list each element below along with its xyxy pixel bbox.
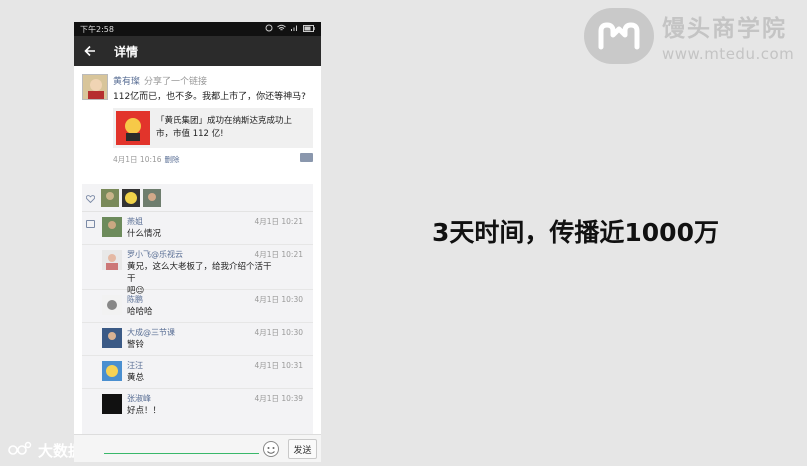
headline: 3天时间，传播近1000万	[432, 218, 719, 247]
comment-input[interactable]	[104, 453, 259, 454]
comment-time: 4月1日 10:21	[254, 250, 303, 259]
comment-author[interactable]: 张淑峰	[127, 393, 151, 404]
comment-item: 罗小飞@乐视云 4月1日 10:21 黄兄，这么大老板了，给我介绍个活干干 吧😉	[82, 245, 313, 296]
comment-item: 大成@三节课 4月1日 10:30 警铃	[82, 323, 313, 356]
brand-logo: 馒头商学院 www.mtedu.com	[584, 8, 794, 64]
post-text: 112亿而已，也不多。我都上市了，你还等神马?	[113, 92, 306, 102]
heart-icon	[85, 188, 96, 207]
comment-item: 燕姐 4月1日 10:21 什么情况	[82, 212, 313, 245]
send-button[interactable]: 发送	[288, 439, 317, 459]
page-title: 详情	[114, 44, 139, 59]
phone-screen: 下午2:58 详情 黄有璨 分享了一个链接 112亿而已，也不多。我都上市了，你…	[74, 22, 321, 462]
comment-author[interactable]: 陈鹏	[127, 294, 143, 305]
like-avatar[interactable]	[122, 188, 140, 207]
shared-link-thumbnail	[116, 111, 150, 145]
comment-item: 汪汪 4月1日 10:31 黄总	[82, 356, 313, 389]
avatar[interactable]	[102, 394, 122, 414]
comment-time: 4月1日 10:39	[254, 394, 303, 403]
post-time: 4月1日 10:16	[113, 155, 162, 164]
brand-name: 馒头商学院	[662, 16, 787, 42]
avatar[interactable]	[102, 328, 122, 348]
avatar[interactable]	[102, 217, 122, 237]
shared-link-title-line1: 「黄氏集团」成功在纳斯达克成功上	[156, 116, 293, 126]
status-bar: 下午2:58	[74, 22, 321, 36]
post-author[interactable]: 黄有璨	[113, 77, 140, 87]
likes-comments-panel: 燕姐 4月1日 10:21 什么情况 罗小飞@乐视云 4月1日 10:21 黄兄…	[82, 184, 313, 434]
avatar[interactable]	[102, 361, 122, 381]
comment-text: 好点！！	[127, 406, 162, 416]
comment-item: 张淑峰 4月1日 10:39 好点！！	[82, 389, 313, 422]
comment-time: 4月1日 10:30	[254, 328, 303, 337]
comment-text: 哈哈哈	[127, 307, 153, 317]
shared-link-card[interactable]: 「黄氏集团」成功在纳斯达克成功上 市，市值 112 亿!	[113, 108, 313, 148]
comment-time: 4月1日 10:30	[254, 295, 303, 304]
back-arrow-icon[interactable]	[82, 43, 98, 59]
comment-time: 4月1日 10:31	[254, 361, 303, 370]
likes-row	[82, 184, 313, 212]
like-avatar[interactable]	[143, 188, 161, 207]
delete-link[interactable]: 删除	[165, 155, 180, 164]
comment-text: 警铃	[127, 340, 145, 350]
comment-bubble-icon	[86, 220, 95, 228]
emoji-icon[interactable]	[263, 441, 279, 457]
brand-url: www.mtedu.com	[662, 45, 795, 63]
post-action: 分享了一个链接	[144, 77, 208, 87]
signal-icon	[290, 24, 299, 34]
comment-text-line1: 黄兄，这么大老板了，给我介绍个活干干	[127, 262, 272, 284]
comment-item: 陈鹏 4月1日 10:30 哈哈哈	[82, 290, 313, 323]
comment-author[interactable]: 罗小飞@乐视云	[127, 249, 183, 260]
moment-post: 黄有璨 分享了一个链接 112亿而已，也不多。我都上市了，你还等神马? 「黄氏集团…	[74, 66, 321, 184]
avatar[interactable]	[82, 74, 108, 100]
watermark-logo-icon	[8, 441, 32, 461]
battery-icon	[303, 24, 315, 34]
comment-time: 4月1日 10:21	[254, 217, 303, 226]
brand-m-icon	[584, 8, 654, 64]
avatar[interactable]	[102, 295, 122, 315]
status-time: 下午2:58	[80, 24, 114, 34]
comment-author[interactable]: 燕姐	[127, 216, 143, 227]
like-avatar[interactable]	[101, 188, 119, 207]
shared-link-title-line2: 市，市值 112 亿!	[156, 129, 224, 139]
comment-action-icon[interactable]	[300, 153, 313, 162]
avatar[interactable]	[102, 250, 122, 270]
comment-input-bar: 发送	[74, 434, 321, 462]
comment-text: 什么情况	[127, 229, 162, 239]
wifi-icon	[277, 24, 286, 34]
comment-text: 黄总	[127, 373, 145, 383]
comment-author[interactable]: 大成@三节课	[127, 327, 175, 338]
alarm-icon	[265, 24, 273, 34]
comment-author[interactable]: 汪汪	[127, 360, 143, 371]
title-bar: 详情	[74, 36, 321, 66]
